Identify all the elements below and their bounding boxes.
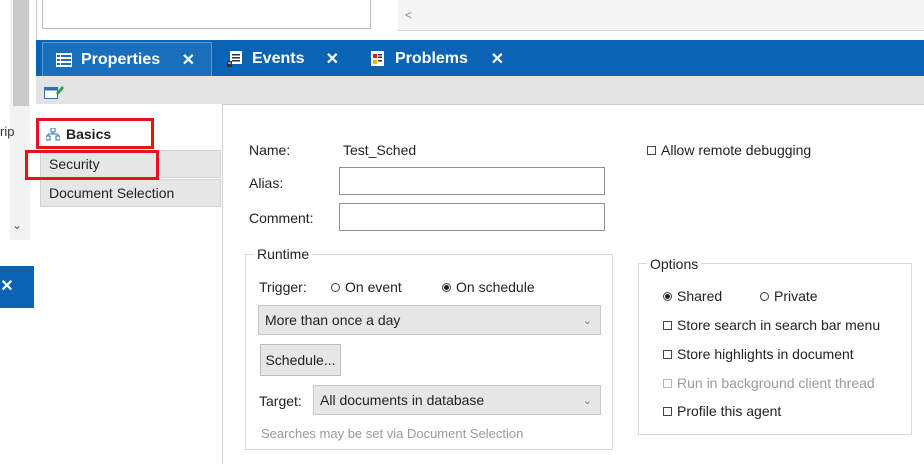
properties-toolbar bbox=[36, 76, 924, 105]
highlight-box-basics bbox=[36, 118, 154, 149]
tab-label: Problems bbox=[395, 50, 468, 67]
checkbox-box bbox=[663, 378, 672, 388]
checkbox-label: Store search in search bar menu bbox=[677, 317, 881, 333]
radio-dot[interactable] bbox=[663, 291, 672, 301]
radio-dot[interactable] bbox=[442, 282, 451, 292]
store-search-checkbox[interactable]: Store search in search bar menu bbox=[663, 317, 880, 333]
tab-problems[interactable]: Problems ✕ bbox=[357, 42, 520, 76]
schedule-button[interactable]: Schedule... bbox=[260, 344, 341, 376]
top-panel bbox=[42, 0, 371, 29]
close-icon[interactable]: ✕ bbox=[0, 276, 14, 296]
chevron-down-icon[interactable]: ⌄ bbox=[12, 218, 22, 232]
name-label: Name: bbox=[249, 142, 291, 158]
checkbox-box[interactable] bbox=[647, 145, 656, 155]
checkbox-box[interactable] bbox=[663, 406, 672, 416]
chevron-down-icon: ⌄ bbox=[582, 314, 592, 327]
target-value: All documents in database bbox=[320, 392, 485, 408]
frequency-select[interactable]: More than once a day ⌄ bbox=[258, 305, 601, 335]
target-label: Target: bbox=[259, 393, 302, 409]
tab-events[interactable]: Events ✕ bbox=[214, 42, 355, 76]
close-icon[interactable]: ✕ bbox=[326, 49, 339, 69]
tab-label: Properties bbox=[81, 50, 161, 68]
name-value: Test_Sched bbox=[343, 142, 417, 158]
private-radio[interactable]: Private bbox=[760, 288, 818, 304]
comment-label: Comment: bbox=[249, 210, 314, 226]
alias-label: Alias: bbox=[249, 175, 284, 191]
schedule-button-label: Schedule... bbox=[265, 352, 336, 368]
edit-properties-icon[interactable] bbox=[44, 84, 64, 100]
options-group-title: Options bbox=[647, 256, 702, 272]
profile-agent-checkbox[interactable]: Profile this agent bbox=[663, 403, 781, 419]
close-icon[interactable]: ✕ bbox=[491, 49, 504, 69]
radio-label: Private bbox=[774, 288, 818, 304]
left-pane-scrollbar-thumb[interactable] bbox=[13, 0, 29, 106]
nav-item-document-selection[interactable]: Document Selection bbox=[40, 179, 221, 207]
problems-icon bbox=[369, 51, 387, 67]
checkbox-label: Allow remote debugging bbox=[661, 142, 812, 158]
chevron-down-icon: ⌄ bbox=[582, 394, 592, 407]
radio-label: Shared bbox=[677, 288, 723, 304]
highlight-box-security bbox=[25, 150, 159, 180]
shared-radio[interactable]: Shared bbox=[663, 288, 722, 304]
trigger-on-schedule-radio[interactable]: On schedule bbox=[442, 279, 535, 295]
runtime-hint: Searches may be set via Document Selecti… bbox=[261, 426, 524, 441]
radio-label: On schedule bbox=[456, 279, 535, 295]
checkbox-box[interactable] bbox=[663, 320, 672, 330]
radio-dot[interactable] bbox=[760, 291, 769, 301]
allow-remote-debugging-checkbox[interactable]: Allow remote debugging bbox=[647, 142, 811, 158]
radio-dot[interactable] bbox=[331, 282, 340, 292]
nav-item-label: Document Selection bbox=[49, 185, 175, 201]
horizontal-scrollbar[interactable] bbox=[398, 0, 924, 31]
comment-field[interactable] bbox=[339, 203, 605, 231]
left-pane-clipped-text: rip bbox=[0, 124, 15, 139]
target-select[interactable]: All documents in database ⌄ bbox=[313, 385, 601, 415]
checkbox-label: Store highlights in document bbox=[677, 346, 854, 362]
radio-label: On event bbox=[345, 279, 402, 295]
alias-field[interactable] bbox=[339, 167, 605, 195]
checkbox-label: Profile this agent bbox=[677, 403, 782, 419]
frequency-value: More than once a day bbox=[265, 312, 401, 328]
close-icon[interactable]: ✕ bbox=[182, 50, 195, 70]
events-icon bbox=[226, 51, 244, 67]
checkbox-box[interactable] bbox=[663, 349, 672, 359]
trigger-label: Trigger: bbox=[259, 279, 307, 295]
properties-icon bbox=[55, 52, 73, 68]
tab-label: Events bbox=[252, 50, 305, 67]
tab-properties[interactable]: Properties ✕ bbox=[42, 42, 212, 76]
chevron-left-icon[interactable]: < bbox=[405, 8, 412, 22]
runtime-group-title: Runtime bbox=[254, 246, 313, 262]
store-highlights-checkbox[interactable]: Store highlights in document bbox=[663, 346, 854, 362]
run-in-background-checkbox: Run in background client thread bbox=[663, 375, 875, 391]
checkbox-label: Run in background client thread bbox=[677, 375, 875, 391]
trigger-on-event-radio[interactable]: On event bbox=[331, 279, 402, 295]
